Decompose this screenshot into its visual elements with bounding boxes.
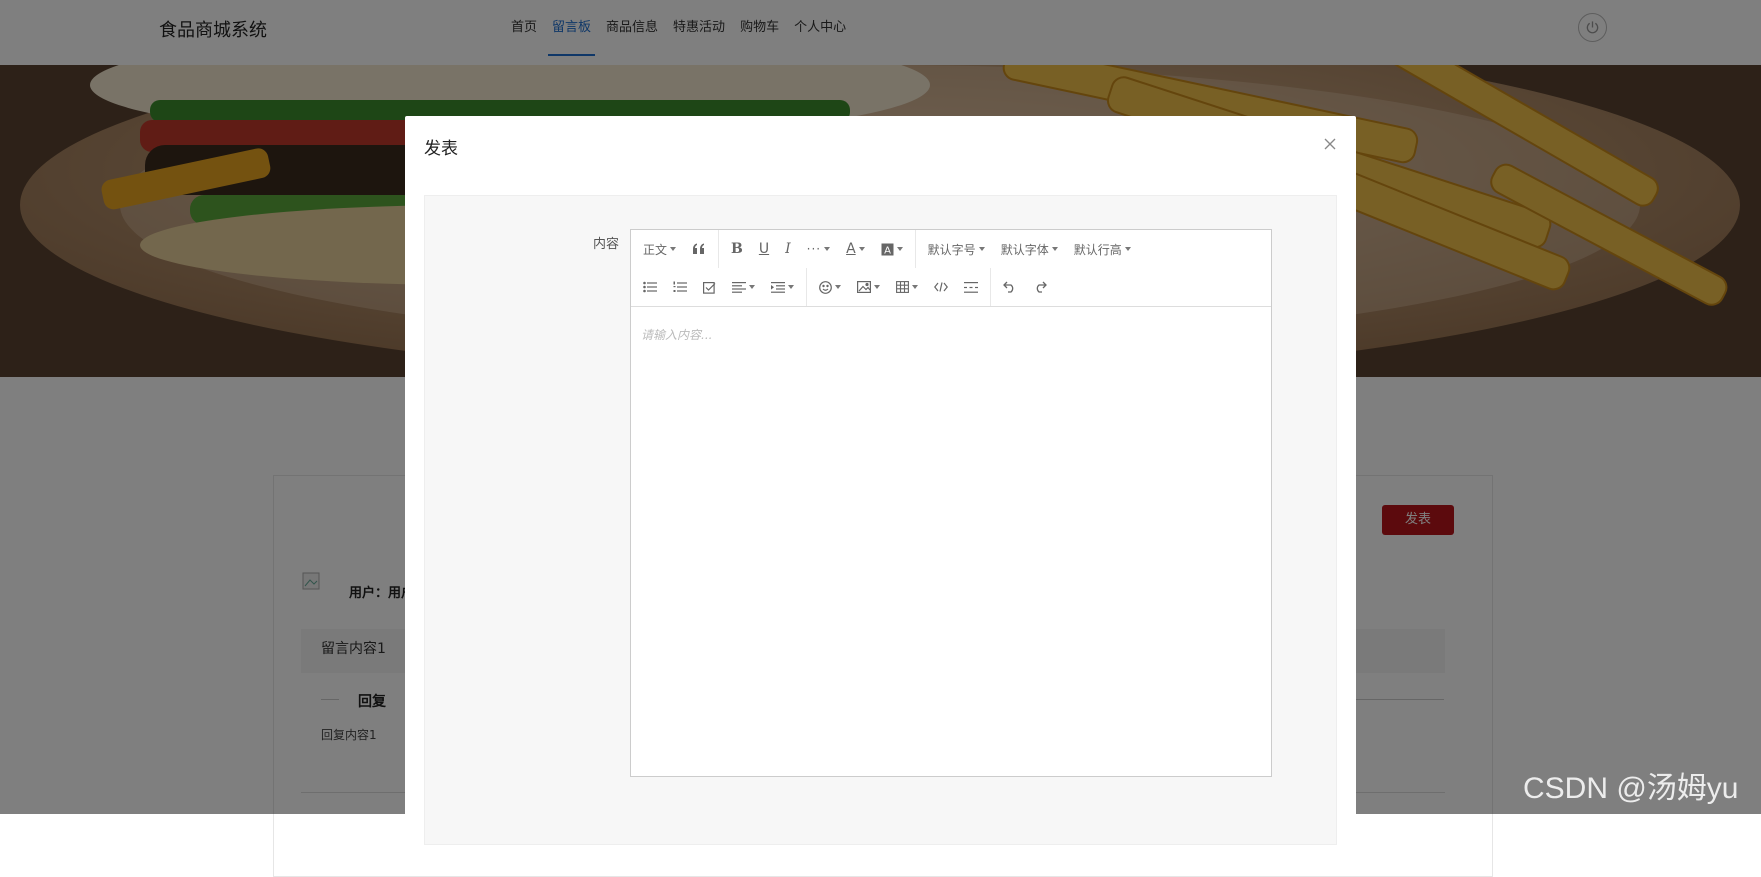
chevron-down-icon — [788, 285, 794, 289]
font-color-icon[interactable]: A — [838, 230, 873, 268]
editor-placeholder: 请输入内容... — [641, 328, 713, 342]
bold-icon[interactable]: B — [723, 230, 751, 268]
emoji-icon[interactable] — [811, 268, 849, 306]
chevron-down-icon — [1124, 247, 1131, 251]
toolbar-group — [631, 268, 807, 306]
chevron-down-icon — [670, 247, 677, 251]
font-size-dropdown[interactable]: 默认字号 — [920, 230, 993, 268]
chevron-down-icon — [824, 247, 831, 251]
editor-toolbar: 正文 B U I ··· A A 默认字号 默认字体 默认行高 — [631, 230, 1271, 307]
redo-icon[interactable] — [1025, 268, 1055, 306]
numbered-list-icon[interactable] — [665, 268, 695, 306]
indent-icon[interactable] — [763, 268, 802, 306]
divider-icon[interactable] — [956, 268, 986, 306]
toolbar-group — [807, 268, 991, 306]
line-height-dropdown[interactable]: 默认行高 — [1066, 230, 1139, 268]
toolbar-group: 正文 — [631, 230, 720, 268]
chevron-down-icon — [835, 285, 841, 289]
code-icon[interactable] — [926, 268, 956, 306]
toolbar-row — [631, 268, 1059, 306]
bg-color-icon[interactable]: A — [873, 230, 911, 268]
font-family-label: 默认字体 — [1000, 242, 1049, 257]
more-icon[interactable]: ··· — [799, 230, 838, 268]
rich-text-editor: 正文 B U I ··· A A 默认字号 默认字体 默认行高 请输入内容... — [630, 229, 1272, 777]
italic-icon[interactable]: I — [777, 230, 799, 268]
chevron-down-icon — [978, 247, 985, 251]
svg-text:A: A — [884, 245, 891, 256]
chevron-down-icon — [912, 285, 918, 289]
chevron-down-icon — [874, 285, 880, 289]
align-icon[interactable] — [724, 268, 763, 306]
toolbar-row: 正文 B U I ··· A A 默认字号 默认字体 默认行高 — [631, 230, 1143, 268]
dialog-form: 内容 正文 B U I ··· A A 默认字号 默认字体 默认行高 请输入内容… — [424, 195, 1337, 845]
table-icon[interactable] — [888, 268, 926, 306]
font-size-label: 默认字号 — [927, 242, 976, 257]
heading-label: 正文 — [643, 242, 668, 257]
quote-icon[interactable] — [684, 230, 714, 268]
line-height-label: 默认行高 — [1073, 242, 1122, 257]
content-label: 内容 — [593, 237, 620, 252]
post-dialog: 发表 内容 正文 B U I ··· A A 默认字号 默认字体 默认行高 请输… — [405, 116, 1356, 845]
todo-icon[interactable] — [695, 268, 724, 306]
chevron-down-icon — [1051, 247, 1058, 251]
chevron-down-icon — [858, 247, 865, 251]
content-editor-area[interactable]: 请输入内容... — [631, 307, 1271, 776]
chevron-down-icon — [896, 247, 903, 251]
dialog-title: 发表 — [424, 139, 458, 159]
toolbar-group: 默认字号 默认字体 默认行高 — [916, 230, 1143, 268]
watermark: CSDN @汤姆yu — [1523, 772, 1739, 805]
font-family-dropdown[interactable]: 默认字体 — [993, 230, 1066, 268]
image-icon[interactable] — [849, 268, 888, 306]
close-icon[interactable] — [1321, 136, 1339, 154]
underline-icon[interactable]: U — [751, 230, 777, 268]
chevron-down-icon — [749, 285, 755, 289]
toolbar-group — [991, 268, 1059, 306]
toolbar-group: B U I ··· A A — [719, 230, 916, 268]
bullet-list-icon[interactable] — [635, 268, 665, 306]
undo-icon[interactable] — [995, 268, 1025, 306]
heading-dropdown[interactable]: 正文 — [635, 230, 684, 268]
